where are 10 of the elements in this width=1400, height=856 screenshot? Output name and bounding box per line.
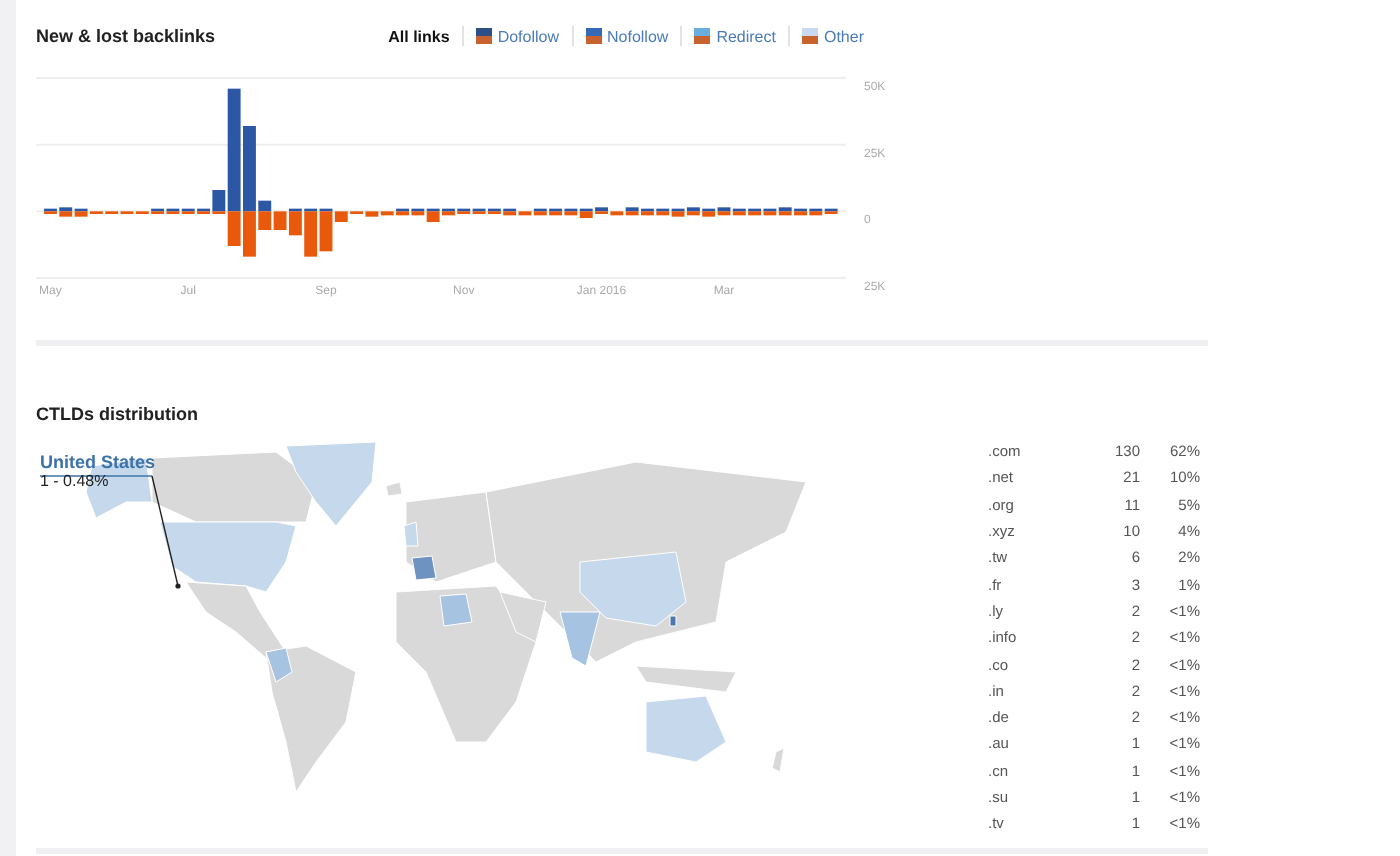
- section-title: CTLDs distribution: [36, 404, 198, 424]
- tooltip-country: United States: [40, 452, 156, 472]
- legend-filter[interactable]: Nofollow: [573, 27, 681, 45]
- legend-filter[interactable]: Dofollow: [463, 27, 571, 45]
- leader-line: [39, 475, 181, 589]
- tooltip-value: 1 - 0.48%: [40, 472, 111, 490]
- legend-filter[interactable]: Redirect: [682, 27, 788, 45]
- legend-filter[interactable]: Other: [789, 27, 876, 45]
- section-title: New & lost backlinks: [36, 26, 216, 46]
- legend-filter[interactable]: All links: [376, 27, 462, 45]
